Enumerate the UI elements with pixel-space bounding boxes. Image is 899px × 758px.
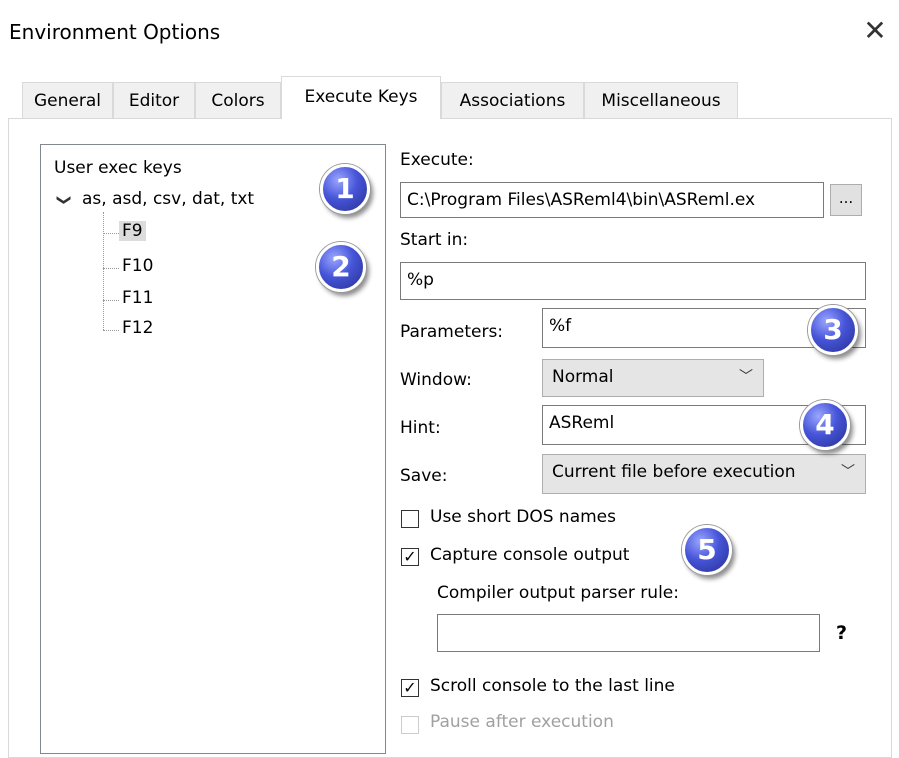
tree-connector [103,330,119,331]
callout-badge-1: 1 [320,164,370,214]
start-in-label: Start in: [400,230,469,250]
execute-field[interactable]: C:\Program Files\ASReml4\bin\ASReml.ex [400,182,824,218]
tree-connector [103,300,119,301]
hint-label: Hint: [400,418,441,438]
scroll-console-checkbox[interactable]: ✓ [401,679,419,697]
start-in-field[interactable]: %p [400,262,866,300]
tree-connector [103,268,119,269]
pause-label[interactable]: Pause after execution [430,712,614,732]
scroll-console-label[interactable]: Scroll console to the last line [430,676,675,696]
tab-editor[interactable]: Editor [113,82,195,118]
parser-rule-label: Compiler output parser rule: [437,583,679,603]
save-select[interactable]: Current file before execution ﹀ [542,454,866,494]
tab-execute-keys[interactable]: Execute Keys [281,76,441,119]
tab-associations[interactable]: Associations [441,82,584,118]
tree-item-f11[interactable]: F11 [122,288,153,308]
tab-general[interactable]: General [22,82,113,118]
capture-output-label[interactable]: Capture console output [430,545,629,565]
tree-item-f9[interactable]: F9 [119,221,146,241]
short-dos-label[interactable]: Use short DOS names [430,507,616,527]
save-label: Save: [400,466,448,486]
tab-colors[interactable]: Colors [195,82,281,118]
capture-output-checkbox[interactable]: ✓ [401,548,419,566]
exec-keys-tree[interactable] [40,144,386,754]
callout-badge-2: 2 [316,242,366,292]
callout-badge-5: 5 [682,525,732,575]
save-select-value: Current file before execution [552,462,796,482]
window-select[interactable]: Normal ﹀ [542,359,764,397]
tree-connector [103,233,119,234]
short-dos-checkbox[interactable] [401,510,419,528]
window-select-value: Normal [552,367,614,387]
browse-button[interactable]: ... [830,184,862,216]
callout-badge-3: 3 [808,305,858,355]
parser-rule-field[interactable] [437,614,820,652]
pause-checkbox[interactable] [401,716,419,734]
tree-group-label[interactable]: as, asd, csv, dat, txt [82,189,254,209]
help-button[interactable]: ? [836,622,847,644]
chevron-down-icon: ﹀ [841,464,855,480]
tab-miscellaneous[interactable]: Miscellaneous [584,82,738,118]
close-icon[interactable]: ✕ [860,14,890,48]
parameters-label: Parameters: [400,322,504,342]
window-title: Environment Options [9,20,221,44]
tree-root-label[interactable]: User exec keys [54,158,182,178]
callout-badge-4: 4 [800,400,850,450]
tree-item-f10[interactable]: F10 [122,256,153,276]
tree-item-f12[interactable]: F12 [122,318,153,338]
tree-connector [103,212,104,330]
execute-label: Execute: [400,150,474,170]
window-label: Window: [400,370,472,390]
chevron-down-icon: ﹀ [739,369,753,385]
chevron-down-icon[interactable]: ❯ [56,194,72,206]
